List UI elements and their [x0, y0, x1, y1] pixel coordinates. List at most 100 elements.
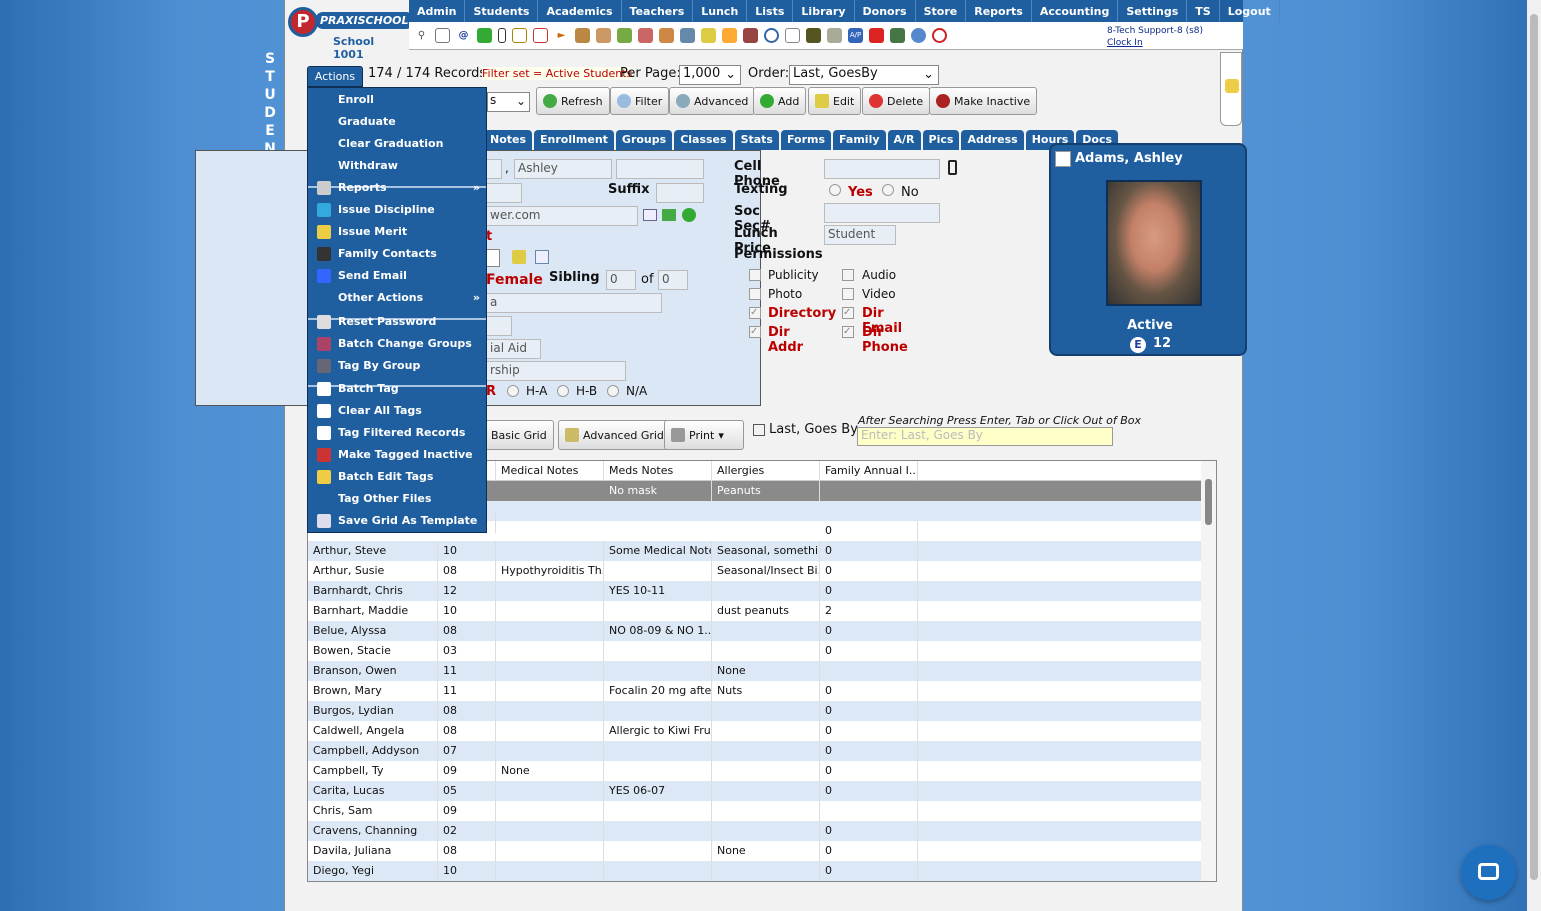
table-row[interactable]: Campbell, Ty 09 None 0	[308, 761, 1201, 781]
col-header[interactable]: Meds Notes	[604, 461, 712, 481]
lunch-price-select[interactable]: Student	[824, 225, 896, 245]
menu-item-graduate[interactable]: Graduate	[308, 111, 486, 133]
tab-family[interactable]: Family	[833, 130, 886, 150]
basic-grid-button[interactable]: Basic Grid	[484, 420, 554, 450]
nav-ts[interactable]: TS	[1187, 0, 1220, 22]
tab-ar[interactable]: A/R	[887, 130, 921, 150]
menu-item-other-actions[interactable]: Other Actions »	[308, 287, 486, 309]
phone-icon[interactable]	[498, 28, 506, 43]
menu-item-batch-change-groups[interactable]: Batch Change Groups	[308, 333, 486, 355]
praxischool-logo[interactable]: P PRAXISCHOOL School 1001	[285, 4, 414, 61]
add-button[interactable]: Add	[753, 87, 807, 115]
clock-in-link[interactable]: Clock In	[1107, 38, 1143, 48]
delete-button[interactable]: Delete	[862, 87, 931, 115]
user-icon[interactable]	[743, 28, 758, 43]
help-icon[interactable]	[911, 28, 926, 43]
student-photo[interactable]	[1106, 180, 1202, 306]
menu-item-batch-edit-tags[interactable]: Batch Edit Tags	[308, 466, 486, 488]
menu-item-make-tagged-inactive[interactable]: Make Tagged Inactive	[308, 444, 486, 466]
nav-accounting[interactable]: Accounting	[1032, 0, 1119, 22]
chat-icon[interactable]	[477, 28, 492, 43]
search-icon[interactable]: ⚲	[414, 28, 429, 43]
print-icon[interactable]	[535, 250, 549, 264]
financial-aid-select[interactable]: ial Aid	[486, 339, 541, 359]
scholarship-select[interactable]: rship	[486, 361, 626, 381]
nav-lunch[interactable]: Lunch	[693, 0, 748, 22]
table-row[interactable]: Barnhardt, Chris 12 YES 10-11 0	[308, 581, 1201, 601]
per-page-select[interactable]: 1,000 ⌄	[679, 65, 741, 85]
nav-library[interactable]: Library	[793, 0, 855, 22]
col-header[interactable]: Allergies	[712, 461, 820, 481]
publicity-checkbox[interactable]	[749, 269, 761, 281]
sibling-total-field[interactable]: 0	[658, 270, 688, 290]
book-icon[interactable]	[680, 28, 695, 43]
menu-item-issue-merit[interactable]: Issue Merit	[308, 221, 486, 243]
menu-item-send-email[interactable]: Send Email	[308, 265, 486, 287]
page-scroll-thumb[interactable]	[1530, 14, 1538, 880]
send-email-icon[interactable]	[662, 209, 676, 221]
table-row[interactable]: Caldwell, Angela 08 Allergic to Kiwi Fru..…	[308, 721, 1201, 741]
barcode-icon[interactable]	[806, 28, 821, 43]
cash-icon[interactable]	[890, 28, 905, 43]
email-icon[interactable]: @	[456, 28, 471, 43]
filter-button[interactable]: Filter	[610, 87, 670, 115]
cell-phone-field[interactable]	[824, 159, 940, 179]
pdf-icon[interactable]	[869, 28, 884, 43]
tab-forms[interactable]: Forms	[780, 130, 832, 150]
person-alt-icon[interactable]	[596, 28, 611, 43]
table-row[interactable]: Carita, Lucas 05 YES 06-07 0	[308, 781, 1201, 801]
email-icon[interactable]	[643, 209, 657, 221]
menu-item-reset-password[interactable]: Reset Password	[308, 311, 486, 333]
email-field[interactable]: wer.com	[486, 206, 638, 226]
tab-groups[interactable]: Groups	[615, 130, 673, 150]
video-checkbox[interactable]	[842, 288, 854, 300]
nav-donors[interactable]: Donors	[855, 0, 916, 22]
na-radio[interactable]	[607, 385, 619, 397]
chat-icon[interactable]	[682, 208, 696, 222]
print-icon[interactable]	[827, 28, 842, 43]
calendar-icon[interactable]	[435, 28, 450, 43]
advanced-button[interactable]: Advanced	[669, 87, 756, 115]
ssn-field[interactable]	[824, 203, 940, 223]
nickname-field[interactable]	[616, 159, 704, 179]
nav-academics[interactable]: Academics	[538, 0, 622, 22]
texting-no-radio[interactable]	[882, 184, 894, 196]
list-icon[interactable]	[785, 28, 800, 43]
power-icon[interactable]	[932, 28, 947, 43]
megaphone-icon[interactable]: ►	[554, 28, 569, 43]
menu-item-save-grid-as-template[interactable]: Save Grid As Template	[308, 510, 486, 532]
table-row[interactable]: Chris, Sam 09	[308, 801, 1201, 821]
tab-classes[interactable]: Classes	[674, 130, 733, 150]
lunch-icon[interactable]	[659, 28, 674, 43]
suffix-field[interactable]	[656, 183, 704, 203]
middle-name-field[interactable]	[486, 159, 502, 179]
first-name-field[interactable]: Ashley	[514, 159, 612, 179]
nav-teachers[interactable]: Teachers	[622, 0, 694, 22]
table-row[interactable]: Arthur, Steve 10 Some Medical Note Seasonal…	[308, 541, 1201, 561]
calendar-day-icon[interactable]	[533, 28, 548, 43]
audio-checkbox[interactable]	[842, 269, 854, 281]
table-row[interactable]: Arthur, Susie 08 Hypothyroiditis Th... Seas…	[308, 561, 1201, 581]
col-header[interactable]: Family Annual I...	[820, 461, 918, 481]
table-row[interactable]: Brown, Mary 11 Focalin 20 mg afte... Nuts 0	[308, 681, 1201, 701]
make-inactive-button[interactable]: Make Inactive	[929, 87, 1038, 115]
nav-students[interactable]: Students	[465, 0, 539, 22]
tab-notes[interactable]: Notes	[484, 130, 533, 150]
address-field[interactable]: a	[486, 293, 662, 313]
table-row[interactable]: Branson, Owen 11 None	[308, 661, 1201, 681]
small-field[interactable]	[486, 316, 512, 336]
page-scrollbar[interactable]	[1527, 0, 1541, 911]
side-flag-tab[interactable]	[1220, 52, 1242, 126]
order-select[interactable]: Last, GoesBy ⌄	[789, 65, 939, 85]
menu-item-issue-discipline[interactable]: Issue Discipline	[308, 199, 486, 221]
table-row[interactable]: Burgos, Lydian 08 0	[308, 701, 1201, 721]
table-row[interactable]: Barnhart, Maddie 10 dust peanuts 2	[308, 601, 1201, 621]
profile-tag-checkbox[interactable]	[1055, 151, 1071, 167]
menu-item-enroll[interactable]: Enroll	[308, 89, 486, 111]
ap-icon[interactable]: A/P	[848, 28, 863, 43]
scroll-thumb[interactable]	[1205, 479, 1212, 525]
view-select[interactable]: s ⌄	[487, 92, 530, 112]
chat-button[interactable]	[1461, 845, 1516, 900]
dir-addr-checkbox[interactable]: ✓	[749, 326, 761, 338]
table-row[interactable]: Campbell, Addyson 07 0	[308, 741, 1201, 761]
